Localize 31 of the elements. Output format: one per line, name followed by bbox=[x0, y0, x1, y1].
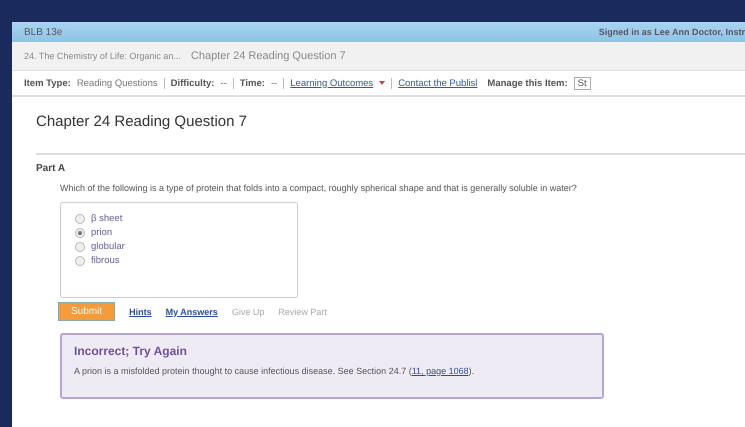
part-label: Part A bbox=[36, 163, 66, 174]
contact-link[interactable]: Contact the Publisl bbox=[398, 78, 478, 88]
manage-field[interactable]: St bbox=[574, 76, 591, 90]
field-value: Reading Questions bbox=[76, 78, 158, 88]
option-label[interactable]: β sheet bbox=[91, 213, 122, 224]
breadcrumb-item[interactable]: Chapter 24 Reading Question 7 bbox=[190, 50, 346, 62]
field-value: -- bbox=[270, 78, 278, 88]
breadcrumb-item[interactable]: 24. The Chemistry of Life: Organic an... bbox=[24, 51, 181, 61]
option-label[interactable]: prion bbox=[91, 227, 112, 238]
question-title: Chapter 24 Reading Question 7 bbox=[36, 113, 248, 130]
option-label[interactable]: fibrous bbox=[91, 255, 120, 266]
radio-button[interactable] bbox=[75, 228, 85, 238]
caret-icon[interactable] bbox=[379, 81, 386, 85]
option-label[interactable]: globular bbox=[91, 241, 125, 252]
radio-button[interactable] bbox=[75, 214, 85, 224]
field-label: Time: bbox=[240, 78, 265, 88]
field-value: -- bbox=[220, 78, 227, 88]
manage-label: Manage this Item: bbox=[487, 78, 568, 88]
dropdown-link[interactable]: Learning Outcomes bbox=[290, 78, 374, 88]
feedback-heading: Incorrect; Try Again bbox=[74, 344, 188, 358]
question-text: Which of the following is a type of protein that folds into a compact, roughly spherical shape and that is generally soluble in water? bbox=[60, 183, 578, 193]
signed-in-text: Signed in as Lee Ann Doctor, Instr bbox=[598, 27, 745, 37]
course-title: BLB 13e bbox=[24, 26, 62, 38]
field-label: Item Type: bbox=[24, 78, 71, 88]
action-link[interactable]: Hints bbox=[129, 306, 152, 316]
radio-button[interactable] bbox=[75, 256, 85, 266]
feedback-text: A prion is a misfolded protein thought to cause infectious disease. See Section 24.7 (11, page 1068). bbox=[74, 366, 476, 376]
field-label: Difficulty: bbox=[170, 78, 214, 88]
page-link[interactable]: 11, page 1068 bbox=[412, 366, 469, 376]
action-link[interactable]: My Answers bbox=[166, 306, 218, 316]
radio-button[interactable] bbox=[75, 242, 85, 252]
